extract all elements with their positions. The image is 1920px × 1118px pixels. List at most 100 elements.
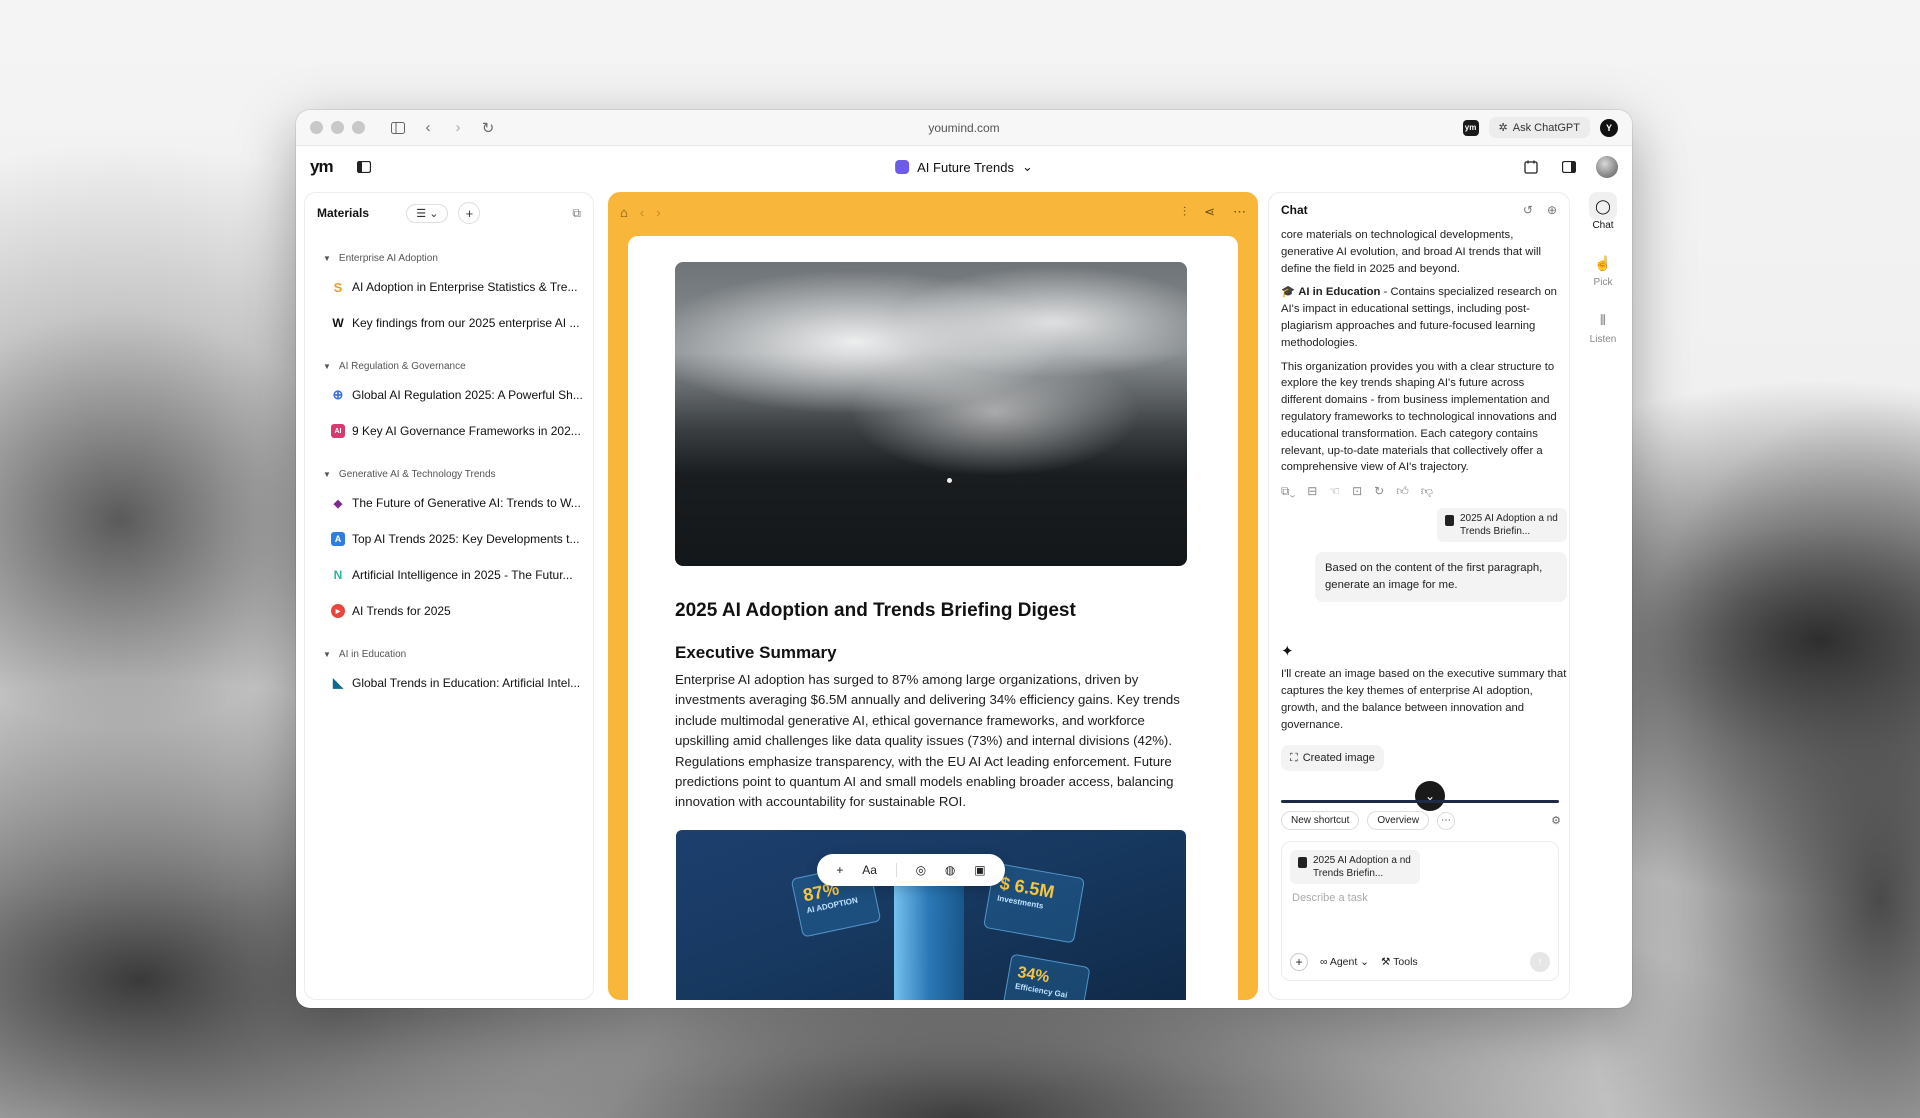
palette-icon[interactable]: ◍ bbox=[945, 863, 955, 877]
agent-mode-dropdown[interactable]: ∞ Agent ⌄ bbox=[1320, 956, 1369, 968]
thumbs-down-icon[interactable]: 👎︎ bbox=[1421, 483, 1433, 500]
openai-icon: ✲ bbox=[1498, 122, 1508, 134]
history-icon[interactable]: ↺ bbox=[1523, 203, 1533, 217]
material-item[interactable]: ⊕ Global AI Regulation 2025: A Powerful S… bbox=[305, 377, 593, 413]
profile-extension-icon[interactable]: Y bbox=[1600, 118, 1618, 137]
home-icon[interactable]: ⌂ bbox=[620, 205, 628, 220]
close-window-button[interactable] bbox=[310, 121, 323, 134]
group-ai-regulation-governance: ▼ AI Regulation & Governance ⊕ Global AI R… bbox=[305, 355, 593, 449]
assistant-message-text: 🎓 AI in Education - Contains specialized… bbox=[1281, 286, 1557, 349]
material-item[interactable]: N Artificial Intelligence in 2025 - The F… bbox=[305, 557, 593, 593]
site-favicon-icon: A bbox=[331, 532, 345, 546]
material-item[interactable]: ◣ Global Trends in Education: Artificial … bbox=[305, 665, 593, 701]
settings-sliders-icon[interactable]: ⚙ bbox=[1551, 814, 1561, 827]
browser-toolbar: ‹ › ↻ youmind.com ym ✲ Ask ChatGPT Y bbox=[296, 110, 1632, 146]
floating-format-toolbar: + Aa ◎ ◍ ▣ bbox=[817, 854, 1005, 886]
more-shortcuts-icon[interactable]: ⋯ bbox=[1437, 811, 1456, 830]
material-item[interactable]: AI 9 Key AI Governance Frameworks in 202.… bbox=[305, 413, 593, 449]
board-title-dropdown[interactable]: AI Future Trends ⌄ bbox=[895, 159, 1033, 175]
message-actions: ⧉⌄ ⊟ ☜ ⊡ ↻ 👍︎ 👎︎ bbox=[1281, 483, 1567, 500]
group-generative-ai-technology-trends: ▼ Generative AI & Technology Trends ◆ The … bbox=[305, 463, 593, 629]
group-ai-in-education: ▼ AI in Education ◣ Global Trends in Educa… bbox=[305, 643, 593, 701]
material-item[interactable]: A Top AI Trends 2025: Key Developments t.… bbox=[305, 521, 593, 557]
document-title[interactable]: 2025 AI Adoption and Trends Briefing Dig… bbox=[675, 600, 1076, 622]
audio-wave-icon: ⫴ bbox=[1600, 311, 1606, 328]
image-gen-icon[interactable]: ▣ bbox=[974, 863, 985, 877]
group-header[interactable]: ▼ AI Regulation & Governance bbox=[305, 355, 593, 377]
new-page-icon[interactable] bbox=[1520, 156, 1542, 178]
section-heading[interactable]: Executive Summary bbox=[675, 643, 837, 663]
shield-icon: ◆ bbox=[333, 497, 343, 510]
user-avatar[interactable] bbox=[1596, 156, 1618, 178]
more-options-icon[interactable]: ⋯ bbox=[1233, 204, 1246, 220]
attach-button[interactable]: + bbox=[1290, 953, 1308, 971]
new-chat-icon[interactable]: ⊕ bbox=[1547, 203, 1557, 217]
board-icon bbox=[895, 160, 910, 174]
audio-wave-icon[interactable]: ⫶ bbox=[1183, 204, 1186, 220]
materials-list: ▼ Enterprise AI Adoption S AI Adoption in … bbox=[305, 247, 593, 701]
reload-icon[interactable]: ↻ bbox=[475, 115, 501, 141]
material-item[interactable]: ◆ The Future of Generative AI: Trends to … bbox=[305, 485, 593, 521]
pick-icon[interactable]: ☜ bbox=[1329, 483, 1340, 500]
add-block-button[interactable]: + bbox=[836, 863, 843, 877]
group-header[interactable]: ▼ Generative AI & Technology Trends bbox=[305, 463, 593, 485]
sidebar-toggle-icon[interactable] bbox=[385, 115, 411, 141]
ai-write-icon[interactable]: ◎ bbox=[916, 863, 926, 877]
send-button[interactable]: ↑ bbox=[1530, 952, 1550, 972]
task-input[interactable]: Describe a task bbox=[1292, 892, 1368, 904]
rail-chat[interactable]: ◯ Chat bbox=[1578, 192, 1628, 231]
graduation-cap-icon: 🎓 bbox=[1281, 286, 1296, 299]
material-item[interactable]: ▶ AI Trends for 2025 bbox=[305, 593, 593, 629]
assistant-message-text: This organization provides you with a cl… bbox=[1281, 360, 1557, 474]
rail-listen[interactable]: ⫴ Listen bbox=[1578, 306, 1628, 346]
regenerate-icon[interactable]: ↻ bbox=[1374, 483, 1384, 500]
forward-icon[interactable]: › bbox=[445, 115, 471, 141]
thumbs-up-icon[interactable]: 👍︎ bbox=[1396, 483, 1409, 500]
panel-toggle-icon[interactable] bbox=[353, 156, 375, 178]
new-shortcut-button[interactable]: New shortcut bbox=[1281, 811, 1360, 830]
view-mode-button[interactable]: ☰ ⌄ bbox=[406, 203, 449, 223]
copy-icon[interactable]: ⧉ bbox=[572, 206, 581, 221]
site-favicon-icon: N bbox=[333, 568, 343, 582]
scroll-down-button[interactable]: ⌄ bbox=[1415, 781, 1445, 811]
created-image-chip[interactable]: ⛶ Created image bbox=[1281, 744, 1384, 772]
document-icon bbox=[1298, 857, 1307, 868]
group-header[interactable]: ▼ AI in Education bbox=[305, 643, 593, 665]
address-bar[interactable]: youmind.com bbox=[928, 121, 999, 135]
minimize-window-button[interactable] bbox=[331, 121, 344, 134]
insert-icon[interactable]: ⊡ bbox=[1352, 483, 1362, 500]
add-material-button[interactable]: + bbox=[458, 202, 481, 224]
tools-button[interactable]: ⚒ Tools bbox=[1381, 956, 1418, 968]
rail-pick[interactable]: ☝ Pick bbox=[1578, 249, 1628, 289]
site-favicon-icon: ◣ bbox=[333, 675, 343, 690]
document-page[interactable]: 2025 AI Adoption and Trends Briefing Dig… bbox=[628, 236, 1238, 1000]
collapse-triangle-icon[interactable]: ▼ bbox=[323, 362, 331, 371]
material-item[interactable]: W Key findings from our 2025 enterprise A… bbox=[305, 305, 593, 341]
browser-window: ‹ › ↻ youmind.com ym ✲ Ask ChatGPT Y ym … bbox=[296, 110, 1632, 1008]
overview-shortcut-button[interactable]: Overview bbox=[1367, 811, 1430, 830]
attached-document-chip[interactable]: 2025 AI Adoption a nd Trends Briefin... bbox=[1290, 850, 1420, 884]
collapse-triangle-icon[interactable]: ▼ bbox=[323, 254, 331, 263]
chat-messages[interactable]: core materials on technological developm… bbox=[1281, 227, 1567, 772]
share-icon[interactable]: ⋖ bbox=[1204, 204, 1215, 220]
executive-summary-paragraph[interactable]: Enterprise AI adoption has surged to 87%… bbox=[675, 670, 1185, 813]
back-icon[interactable]: ‹ bbox=[415, 115, 441, 141]
text-style-button[interactable]: Aa bbox=[862, 863, 877, 877]
right-panel-toggle-icon[interactable] bbox=[1558, 156, 1580, 178]
material-item[interactable]: S AI Adoption in Enterprise Statistics & … bbox=[305, 269, 593, 305]
maximize-window-button[interactable] bbox=[352, 121, 365, 134]
shortcut-bar: New shortcut Overview ⋯ ⚙ bbox=[1281, 811, 1561, 830]
forward-icon[interactable]: › bbox=[656, 205, 660, 220]
group-header[interactable]: ▼ Enterprise AI Adoption bbox=[305, 247, 593, 269]
assistant-message-text: core materials on technological developm… bbox=[1281, 229, 1541, 275]
copy-icon[interactable]: ⧉⌄ bbox=[1281, 483, 1295, 500]
collapse-triangle-icon[interactable]: ▼ bbox=[323, 470, 331, 479]
ask-chatgpt-button[interactable]: ✲ Ask ChatGPT bbox=[1488, 117, 1590, 138]
collapse-triangle-icon[interactable]: ▼ bbox=[323, 650, 331, 659]
ocean-wave-image[interactable] bbox=[675, 262, 1187, 566]
save-note-icon[interactable]: ⊟ bbox=[1307, 483, 1317, 500]
attached-document-chip[interactable]: 2025 AI Adoption a nd Trends Briefin... bbox=[1437, 507, 1567, 542]
youmind-extension-icon[interactable]: ym bbox=[1462, 119, 1479, 136]
back-icon[interactable]: ‹ bbox=[640, 205, 644, 220]
youmind-logo[interactable]: ym bbox=[310, 157, 334, 177]
